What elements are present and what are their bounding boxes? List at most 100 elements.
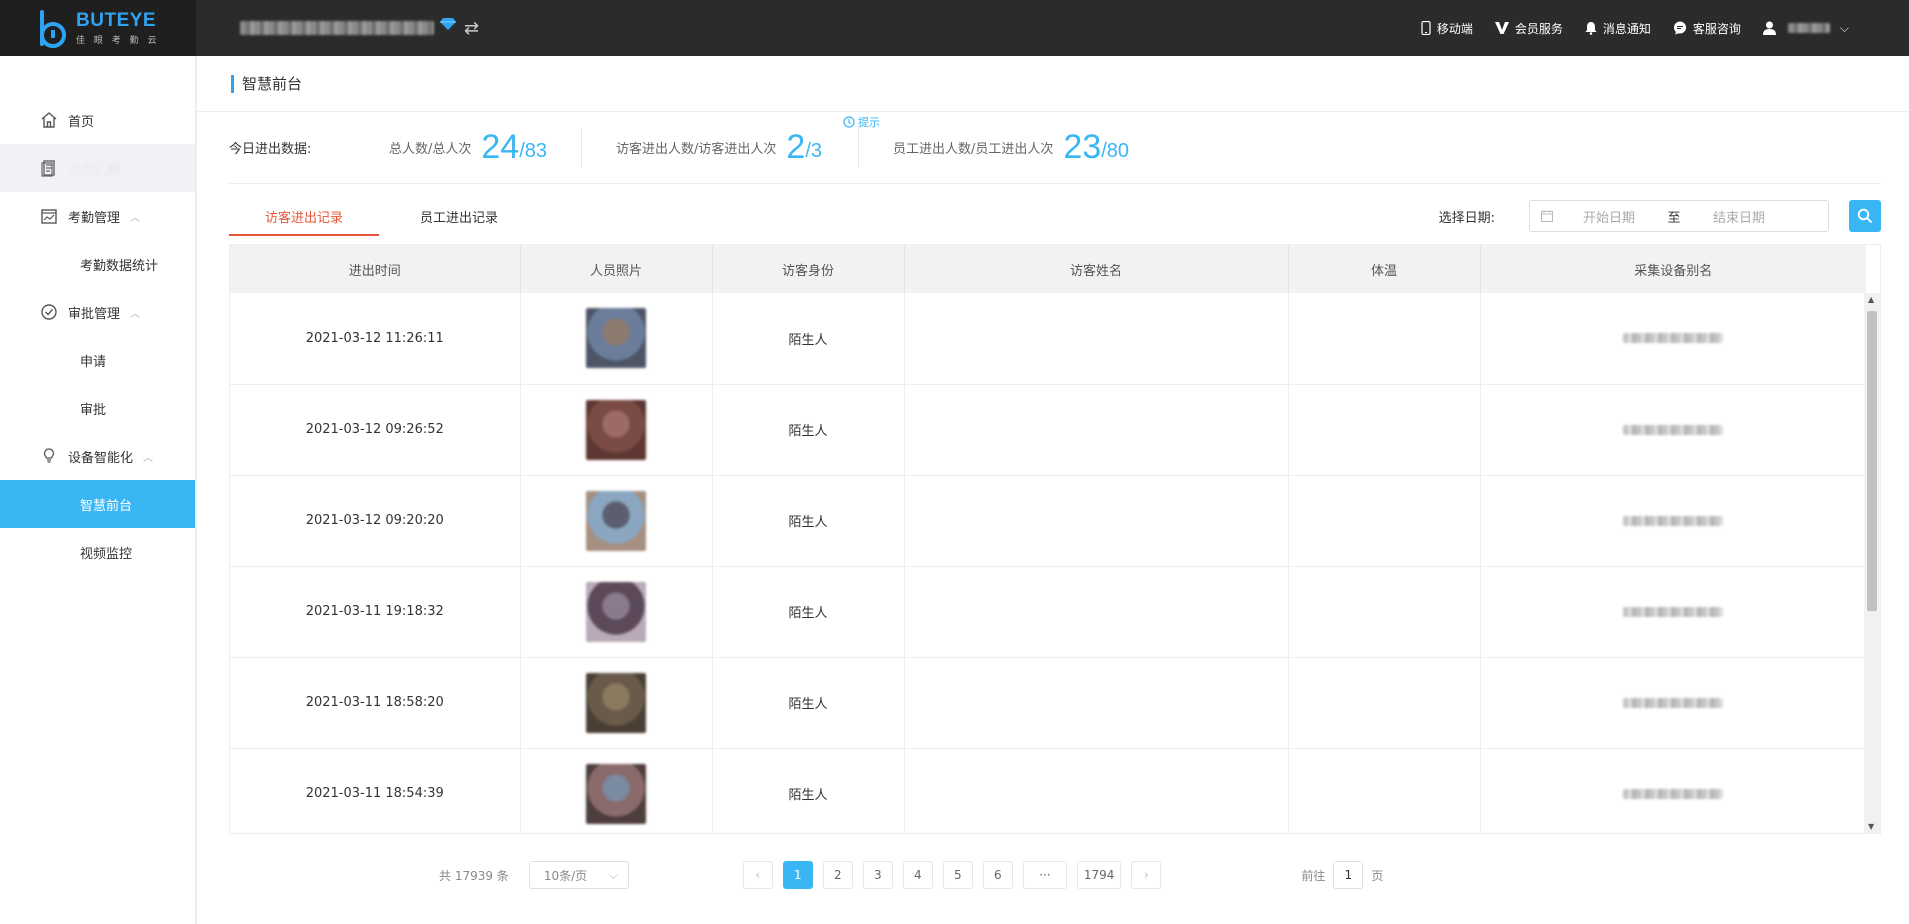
brand-name: BUTEYE — [76, 10, 157, 31]
nav-vip[interactable]: 会员服务 — [1494, 20, 1563, 37]
person-photo[interactable] — [586, 308, 646, 369]
calendar-icon — [1541, 210, 1553, 222]
goto-page: 前往 1 页 — [1301, 861, 1383, 889]
cell-photo — [520, 384, 713, 476]
sidebar-item-attendance-label: 考勤管理 — [68, 210, 121, 226]
person-photo[interactable] — [586, 490, 646, 551]
device-alias-redacted — [1623, 333, 1724, 344]
table-row[interactable]: 2021-03-11 18:54:39 陌生人 — [230, 748, 1866, 833]
person-photo[interactable] — [586, 672, 646, 733]
column-header-device[interactable]: 采集设备别名 — [1480, 245, 1866, 293]
cell-identity: 陌生人 — [712, 293, 905, 385]
goto-label: 前往 — [1301, 868, 1326, 883]
search-icon — [1857, 208, 1873, 224]
column-header-identity[interactable]: 访客身份 — [712, 245, 905, 293]
sidebar-item-attendance-stats[interactable]: 考勤数据统计 — [0, 240, 195, 288]
stat-employee: 员工进出人数/员工进出人次 23 /80 — [893, 128, 1129, 167]
end-date-input[interactable]: 结束日期 — [1684, 207, 1794, 226]
cell-temperature — [1288, 566, 1481, 658]
table-row[interactable]: 2021-03-11 19:18:32 陌生人 — [230, 566, 1866, 658]
brand-subtitle: 佳 眼 考 勤 云 — [76, 36, 160, 46]
page-title: 智慧前台 — [242, 75, 303, 93]
sidebar-item-approve[interactable]: 审批 — [0, 384, 195, 432]
check-circle-icon — [41, 304, 57, 320]
table-row[interactable]: 2021-03-12 09:26:52 陌生人 — [230, 384, 1866, 476]
person-photo[interactable] — [586, 581, 646, 642]
stat-employee-label: 员工进出人数/员工进出人次 — [893, 142, 1054, 157]
sidebar-item-video[interactable]: 视频监控 — [0, 528, 195, 576]
sidebar-item-work-report[interactable]: 工作汇报 — [0, 144, 195, 192]
cell-time: 2021-03-11 18:54:39 — [230, 748, 521, 833]
table-header: 进出时间 人员照片 访客身份 访客姓名 体温 采集设备别名 — [230, 245, 1866, 293]
stat-visitor-times: /3 — [805, 140, 823, 162]
cell-temperature — [1288, 384, 1481, 476]
swap-icon[interactable]: ⇄ — [464, 18, 479, 39]
page-button[interactable]: 6 — [982, 861, 1013, 889]
start-date-input[interactable]: 开始日期 — [1554, 207, 1664, 226]
page-button[interactable]: 2 — [822, 861, 853, 889]
cell-time: 2021-03-12 09:26:52 — [230, 384, 521, 476]
company-name-redacted — [240, 21, 434, 35]
chevron-left-icon: ‹ — [755, 868, 761, 882]
column-header-time[interactable]: 进出时间 — [230, 245, 521, 293]
table-row[interactable]: 2021-03-12 11:26:11 陌生人 — [230, 293, 1866, 385]
nav-notifications[interactable]: 消息通知 — [1585, 20, 1651, 37]
person-photo[interactable] — [586, 399, 646, 460]
top-nav: 移动端 会员服务 消息通知 客服咨询 ⌵ — [1399, 20, 1849, 37]
prev-page-button[interactable]: ‹ — [742, 861, 773, 889]
sidebar-item-attendance[interactable]: 考勤管理 ︿ — [0, 192, 195, 240]
divider — [581, 128, 583, 167]
sidebar-item-home[interactable]: 首页 — [0, 96, 195, 144]
tab-visitor-records[interactable]: 访客进出记录 — [229, 196, 379, 236]
company-switcher[interactable]: ⇄ — [240, 18, 479, 39]
page-list: ‹ 1 2 3 4 5 6 ··· 1794 › — [742, 861, 1172, 889]
scroll-down-icon[interactable]: ▼ — [1868, 822, 1874, 831]
nav-support[interactable]: 客服咨询 — [1673, 20, 1741, 37]
cell-photo — [520, 657, 713, 749]
main-content: 智慧前台 今日进出数据: 总人数/总人次 24 /83 访客进出人数/访客进出人… — [197, 56, 1909, 924]
page-ellipsis-button[interactable]: ··· — [1022, 861, 1067, 889]
cell-temperature — [1288, 293, 1481, 385]
sidebar-item-front-desk[interactable]: 智慧前台 — [0, 480, 195, 528]
table-row[interactable]: 2021-03-12 09:20:20 陌生人 — [230, 475, 1866, 567]
user-icon — [1762, 21, 1776, 35]
page-button[interactable]: 1794 — [1076, 861, 1122, 889]
cell-identity: 陌生人 — [712, 384, 905, 476]
device-alias-redacted — [1623, 788, 1724, 799]
tab-employee-records[interactable]: 员工进出记录 — [384, 196, 534, 236]
stat-total-label: 总人数/总人次 — [389, 142, 472, 157]
user-menu[interactable]: ⌵ — [1762, 21, 1849, 36]
cell-device — [1480, 657, 1866, 749]
person-photo[interactable] — [586, 763, 646, 824]
page-size-select[interactable]: 10条/页 ⌵ — [528, 861, 629, 889]
divider — [858, 128, 860, 167]
page-button[interactable]: 4 — [902, 861, 933, 889]
chevron-right-icon: › — [1143, 868, 1149, 882]
stat-employee-count: 23 — [1063, 128, 1102, 166]
column-header-photo[interactable]: 人员照片 — [520, 245, 713, 293]
table-row[interactable]: 2021-03-11 18:58:20 陌生人 — [230, 657, 1866, 749]
next-page-button[interactable]: › — [1131, 861, 1162, 889]
search-button[interactable] — [1849, 200, 1881, 232]
column-header-name[interactable]: 访客姓名 — [904, 245, 1289, 293]
vertical-scrollbar[interactable]: ▲ ▼ — [1864, 293, 1880, 833]
sidebar-item-device[interactable]: 设备智能化 ︿ — [0, 432, 195, 480]
cell-name — [904, 293, 1289, 385]
nav-notifications-label: 消息通知 — [1602, 21, 1651, 36]
column-header-temperature[interactable]: 体温 — [1288, 245, 1481, 293]
goto-page-input[interactable]: 1 — [1333, 861, 1364, 889]
sidebar-item-work-report-label: 工作汇报 — [68, 162, 121, 178]
hint-link[interactable]: 提示 — [843, 114, 880, 130]
scroll-up-icon[interactable]: ▲ — [1868, 295, 1874, 304]
scrollbar-thumb[interactable] — [1867, 311, 1877, 611]
page-button[interactable]: 5 — [942, 861, 973, 889]
date-range-picker[interactable]: 开始日期 至 结束日期 — [1529, 200, 1829, 232]
sidebar-item-apply[interactable]: 申请 — [0, 336, 195, 384]
cell-identity: 陌生人 — [712, 475, 905, 567]
page-button[interactable]: 3 — [862, 861, 893, 889]
page-button[interactable]: 1 — [782, 861, 813, 889]
nav-mobile[interactable]: 移动端 — [1421, 20, 1473, 37]
logo[interactable]: BUTEYE 佳 眼 考 勤 云 — [0, 0, 196, 56]
bell-icon — [1585, 22, 1597, 35]
sidebar-item-approval[interactable]: 审批管理 ︿ — [0, 288, 195, 336]
